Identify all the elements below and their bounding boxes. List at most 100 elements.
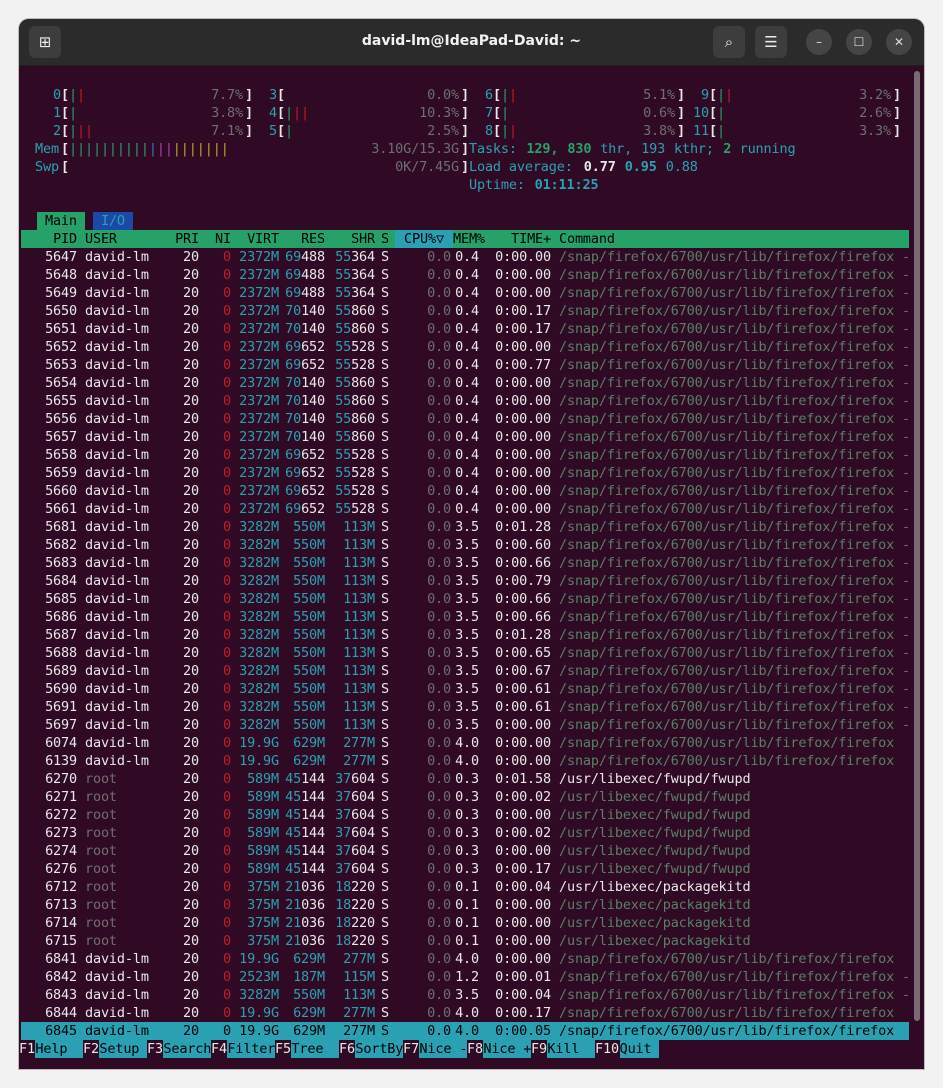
process-row[interactable]: 5685 david-lm 20 0 3282M 550M 113M S 0.0 3.5 0:00.… (21, 590, 910, 608)
column-header-pri[interactable]: PRI (167, 230, 199, 248)
column-header-ni[interactable]: NI (201, 230, 231, 248)
process-row[interactable]: 5681 david-lm 20 0 3282M 550M 113M S 0.0 3.5 0:01.… (21, 518, 910, 536)
cell-user: david-lm (85, 339, 149, 355)
process-row[interactable]: 5652 david-lm 20 0 2372M 69652 55528 S 0.0 0.4 0:0… (21, 338, 910, 356)
process-row[interactable]: 6270 root 20 0 589M 45144 37604 S 0.0 0.3 0:01.58 /… (21, 770, 909, 788)
process-row[interactable]: 5661 david-lm 20 0 2372M 69652 55528 S 0.0 0.4 0:0… (21, 500, 910, 518)
cell-virt: 2523M (239, 969, 279, 985)
cpu-id: 7 (485, 105, 493, 121)
htop-screen[interactable]: 0[|| 7.7%] 3[0.0%] 6[|| 5.1%] 9[|| 3.2%] 1[| 3.8… (19, 66, 924, 1069)
process-row[interactable]: 5648 david-lm 20 0 2372M 69488 55364 S 0.0 0.4 0:0… (21, 266, 910, 284)
process-row[interactable]: 5684 david-lm 20 0 3282M 550M 113M S 0.0 3.5 0:00.… (21, 572, 910, 590)
cell-time: 0:01.28 (495, 519, 551, 535)
column-header-cpu[interactable]: CPU%▽ (395, 230, 453, 248)
cell-ni: 0 (223, 483, 231, 499)
scrollbar[interactable] (914, 71, 920, 1021)
meter-bracket: [ (277, 105, 285, 121)
tab-main[interactable]: Main (37, 212, 85, 230)
cell-ni: 0 (223, 573, 231, 589)
process-row[interactable]: 6712 root 20 0 375M 21036 18220 S 0.0 0.1 0:00.04 /… (21, 878, 909, 896)
cell-s: S (381, 969, 389, 985)
menu-button[interactable]: ☰ (755, 26, 787, 58)
process-row[interactable]: 6273 root 20 0 589M 45144 37604 S 0.0 0.3 0:00.02 /… (21, 824, 909, 842)
maximize-button[interactable]: ☐ (846, 29, 872, 55)
cell-shr: 55364 (335, 267, 375, 283)
cell-mem: 1.2 (455, 969, 479, 985)
process-row[interactable]: 6715 root 20 0 375M 21036 18220 S 0.0 0.1 0:00.00 /… (21, 932, 909, 950)
process-row[interactable]: 5655 david-lm 20 0 2372M 70140 55860 S 0.0 0.4 0:0… (21, 392, 910, 410)
fkey-label[interactable]: Filter (227, 1040, 275, 1058)
fkey-label[interactable]: Search (163, 1040, 211, 1058)
minimize-button[interactable]: – (806, 29, 832, 55)
cell-time: 0:00.60 (495, 537, 551, 553)
cell-s: S (381, 843, 389, 859)
cell-ni: 0 (223, 861, 231, 877)
process-row[interactable]: 5658 david-lm 20 0 2372M 69652 55528 S 0.0 0.4 0:0… (21, 446, 910, 464)
process-row[interactable]: 6714 root 20 0 375M 21036 18220 S 0.0 0.1 0:00.00 /… (21, 914, 909, 932)
column-header-res[interactable]: RES (281, 230, 325, 248)
process-row[interactable]: 5697 david-lm 20 0 3282M 550M 113M S 0.0 3.5 0:00.… (21, 716, 910, 734)
column-header-virt[interactable]: VIRT (233, 230, 279, 248)
tab-io[interactable]: I/O (93, 212, 133, 230)
fkey-label[interactable]: SortBy (355, 1040, 403, 1058)
column-header-time[interactable]: TIME+ (483, 230, 551, 248)
column-header-user[interactable]: USER (85, 230, 165, 248)
cell-command: /snap/firefox/6700/usr/lib/firefox/firef… (559, 339, 911, 355)
process-row[interactable]: 6272 root 20 0 589M 45144 37604 S 0.0 0.3 0:00.00 /… (21, 806, 909, 824)
process-row[interactable]: 6713 root 20 0 375M 21036 18220 S 0.0 0.1 0:00.00 /… (21, 896, 909, 914)
cell-user: david-lm (85, 429, 149, 445)
process-row[interactable]: 5683 david-lm 20 0 3282M 550M 113M S 0.0 3.5 0:00.… (21, 554, 910, 572)
process-row[interactable]: 5649 david-lm 20 0 2372M 69488 55364 S 0.0 0.4 0:0… (21, 284, 910, 302)
process-row[interactable]: 5657 david-lm 20 0 2372M 70140 55860 S 0.0 0.4 0:0… (21, 428, 910, 446)
process-row[interactable]: 5656 david-lm 20 0 2372M 70140 55860 S 0.0 0.4 0:0… (21, 410, 910, 428)
cell-command: /snap/firefox/6700/usr/lib/firefox/firef… (559, 465, 911, 481)
process-row[interactable]: 5651 david-lm 20 0 2372M 70140 55860 S 0.0 0.4 0:0… (21, 320, 910, 338)
cell-pri: 20 (183, 807, 199, 823)
process-row[interactable]: 5654 david-lm 20 0 2372M 70140 55860 S 0.0 0.4 0:0… (21, 374, 910, 392)
process-row[interactable]: 6844 david-lm 20 0 19.9G 629M 277M S 0.0 4.0 0:00.… (21, 1004, 909, 1022)
cell-pid: 5697 (45, 717, 77, 733)
process-row[interactable]: 5691 david-lm 20 0 3282M 550M 113M S 0.0 3.5 0:00.… (21, 698, 910, 716)
process-row[interactable]: 6841 david-lm 20 0 19.9G 629M 277M S 0.0 4.0 0:00.… (21, 950, 909, 968)
process-row[interactable]: 5688 david-lm 20 0 3282M 550M 113M S 0.0 3.5 0:00.… (21, 644, 910, 662)
process-row[interactable]: 5686 david-lm 20 0 3282M 550M 113M S 0.0 3.5 0:00.… (21, 608, 910, 626)
process-row[interactable]: 6842 david-lm 20 0 2523M 187M 115M S 0.0 1.2 0:00.… (21, 968, 910, 986)
process-row[interactable]: 6139 david-lm 20 0 19.9G 629M 277M S 0.0 4.0 0:00.… (21, 752, 909, 770)
cell-pid: 6712 (45, 879, 77, 895)
process-row[interactable]: 6843 david-lm 20 0 3282M 550M 113M S 0.0 3.5 0:00.… (21, 986, 910, 1004)
process-row[interactable]: 5650 david-lm 20 0 2372M 70140 55860 S 0.0 0.4 0:0… (21, 302, 910, 320)
meter-bracket: ] (461, 159, 469, 175)
cell-pri: 20 (183, 951, 199, 967)
process-row[interactable]: 5660 david-lm 20 0 2372M 69652 55528 S 0.0 0.4 0:0… (21, 482, 910, 500)
column-header-pid[interactable]: PID (21, 230, 77, 248)
process-row[interactable]: 5659 david-lm 20 0 2372M 69652 55528 S 0.0 0.4 0:0… (21, 464, 910, 482)
fkey-label[interactable]: Nice - (419, 1040, 467, 1058)
fkey-label[interactable]: Setup (99, 1040, 147, 1058)
process-row[interactable]: 5647 david-lm 20 0 2372M 69488 55364 S 0.0 0.4 0:0… (21, 248, 910, 266)
process-row[interactable]: 6276 root 20 0 589M 45144 37604 S 0.0 0.3 0:00.17 /… (21, 860, 909, 878)
process-row[interactable]: 6271 root 20 0 589M 45144 37604 S 0.0 0.3 0:00.02 /… (21, 788, 909, 806)
cell-pid: 5684 (45, 573, 77, 589)
process-row[interactable]: 5689 david-lm 20 0 3282M 550M 113M S 0.0 3.5 0:00.… (21, 662, 910, 680)
column-header-shr[interactable]: SHR (327, 230, 375, 248)
fkey-label[interactable]: Kill (547, 1040, 595, 1058)
cell-command: /snap/firefox/6700/usr/lib/firefox/firef… (559, 717, 911, 733)
fkey-label[interactable]: Quit (619, 1040, 659, 1058)
process-row[interactable]: 5653 david-lm 20 0 2372M 69652 55528 S 0.0 0.4 0:0… (21, 356, 910, 374)
cell-command: /usr/libexec/fwupd/fwupd (559, 789, 751, 805)
column-header-s[interactable]: S (381, 230, 391, 248)
process-row[interactable]: 5682 david-lm 20 0 3282M 550M 113M S 0.0 3.5 0:00.… (21, 536, 910, 554)
search-button[interactable]: ⌕ (713, 26, 745, 58)
process-row[interactable]: 6274 root 20 0 589M 45144 37604 S 0.0 0.3 0:00.00 /… (21, 842, 909, 860)
process-row[interactable]: 5690 david-lm 20 0 3282M 550M 113M S 0.0 3.5 0:00.… (21, 680, 910, 698)
column-header-command[interactable]: Command (559, 230, 919, 248)
column-header-mem[interactable]: MEM% (453, 230, 485, 248)
fkey-label[interactable]: Help (35, 1040, 83, 1058)
process-row[interactable]: 5687 david-lm 20 0 3282M 550M 113M S 0.0 3.5 0:01.… (21, 626, 910, 644)
cell-mem: 4.0 (455, 951, 479, 967)
process-row[interactable]: 6074 david-lm 20 0 19.9G 629M 277M S 0.0 4.0 0:00.… (21, 734, 909, 752)
fkey-label[interactable]: Nice + (483, 1040, 531, 1058)
process-row[interactable]: 6845 david-lm 20 0 19.9G 629M 277M S 0.0 4.0 0:00.… (21, 1022, 909, 1040)
fkey-label[interactable]: Tree (291, 1040, 339, 1058)
close-button[interactable]: ✕ (886, 29, 912, 55)
